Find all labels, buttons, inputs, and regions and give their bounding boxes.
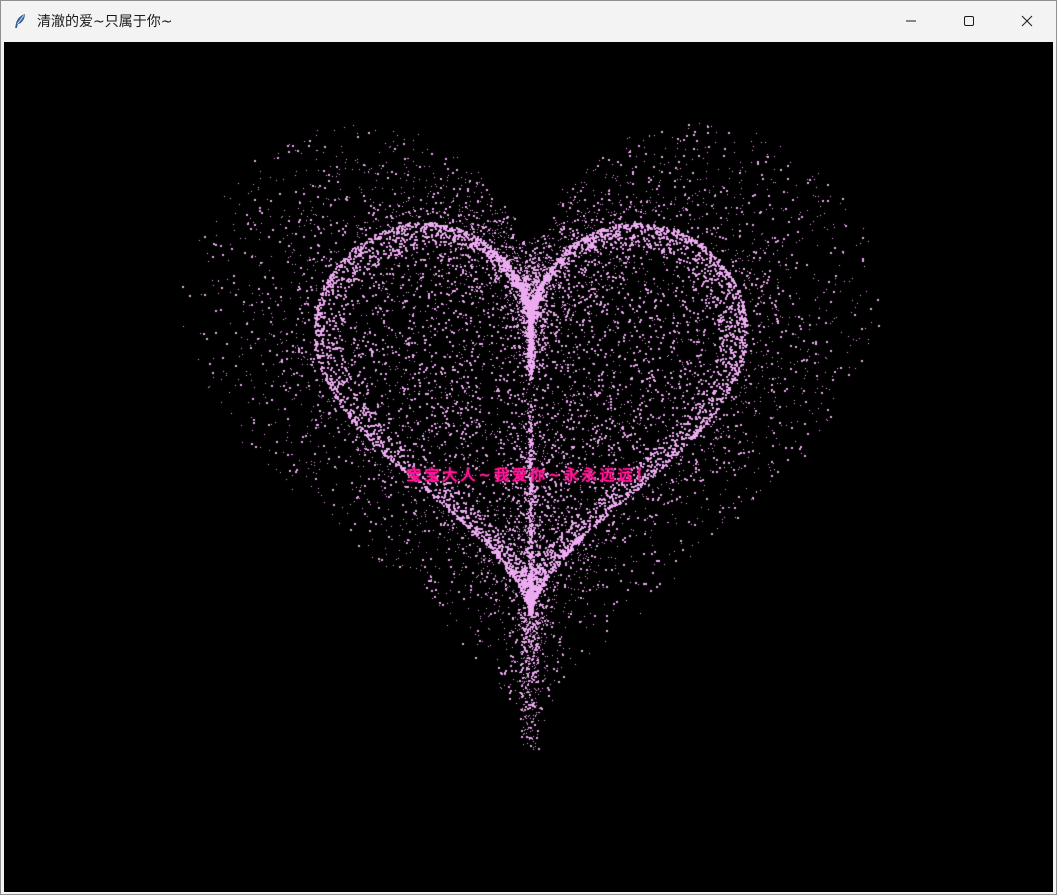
close-button[interactable] xyxy=(998,1,1056,41)
feather-icon[interactable] xyxy=(12,13,28,29)
heart-canvas-area: 宝宝大人~我爱你~永永远远！ xyxy=(4,42,1053,892)
love-message: 宝宝大人~我爱你~永永远远！ xyxy=(406,466,654,484)
window-title: 清澈的爱~只属于你~ xyxy=(37,14,173,30)
maximize-icon xyxy=(964,16,974,26)
maximize-button[interactable] xyxy=(940,1,998,41)
window-controls xyxy=(882,1,1056,41)
minimize-icon xyxy=(906,20,916,22)
app-window: 清澈的爱~只属于你~ 宝宝大人~我爱你~永永远远！ xyxy=(0,0,1057,895)
minimize-button[interactable] xyxy=(882,1,940,41)
title-bar[interactable]: 清澈的爱~只属于你~ xyxy=(1,1,1056,41)
close-icon xyxy=(1021,15,1033,27)
